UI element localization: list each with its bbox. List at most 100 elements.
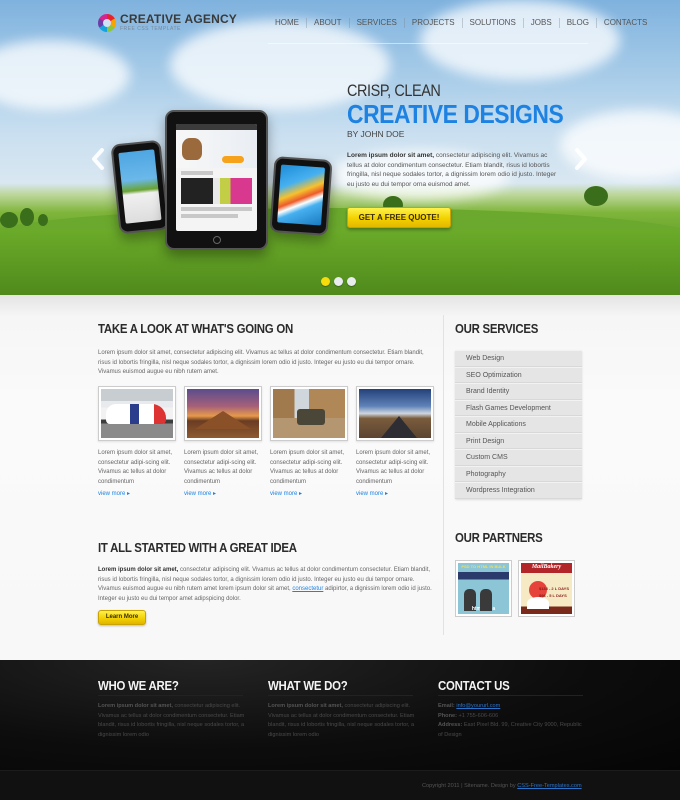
service-brand-identity[interactable]: Brand Identity xyxy=(455,383,582,400)
tree-decoration xyxy=(0,212,18,228)
partner-mailbakery[interactable]: MailBakery $138 - 2 L DAYS $98 - 5 L DAYS xyxy=(518,560,575,617)
credit-link[interactable]: CSS-Free-Templates.com xyxy=(517,783,581,789)
phone-label: Phone: xyxy=(438,712,457,719)
thumbnail-desert-sunset[interactable] xyxy=(184,386,262,441)
hero-kicker: CRISP, CLEAN xyxy=(347,81,441,100)
logo[interactable]: CREATIVE AGENCY FREE CSS TEMPLATE xyxy=(98,13,237,33)
section-title-partners: OUR PARTNERS xyxy=(455,530,543,545)
free-quote-button[interactable]: GET A FREE QUOTE! xyxy=(347,207,451,228)
footer-rule xyxy=(438,695,583,696)
caption-text: Lorem ipsum dolor sit amet, consectetur … xyxy=(184,450,259,485)
contact-address: Address: East Pixel Bld. 99, Creative Ci… xyxy=(438,721,586,740)
price-line: $138 - 2 L DAYS xyxy=(538,586,569,591)
caption-text: Lorem ipsum dolor sit amet, consectetur … xyxy=(98,450,173,485)
slider-pagination xyxy=(321,277,356,286)
nav-home[interactable]: HOME xyxy=(268,18,306,28)
tree-decoration xyxy=(38,214,48,226)
caption-item: Lorem ipsum dolor sit amet, consectetur … xyxy=(98,449,176,500)
tree-decoration xyxy=(20,208,34,226)
slide-dot-3[interactable] xyxy=(347,277,356,286)
consectetur-link[interactable]: consectetur xyxy=(292,586,323,592)
nav-solutions[interactable]: SOLUTIONS xyxy=(461,18,523,28)
site-footer: WHO WE ARE? Lorem ipsum dolor sit amet, … xyxy=(0,660,680,770)
mailbakery-banner: MailBakery $138 - 2 L DAYS $98 - 5 L DAYS xyxy=(521,563,572,614)
hero-byline: BY JOHN DOE xyxy=(347,129,405,139)
hero-text: Lorem ipsum dolor sit amet, consectetur … xyxy=(347,151,562,189)
copyright-label: Copyright 2011 | Sitename. Design by xyxy=(422,783,518,789)
nav-projects[interactable]: PROJECTS xyxy=(403,18,462,28)
service-photography[interactable]: Photography xyxy=(455,465,582,482)
footer-what-bold: Lorem ipsum dolor sit amet, xyxy=(268,703,343,709)
footer-who-text: Lorem ipsum dolor sit amet, consectetur … xyxy=(98,702,246,740)
view-more-link[interactable]: view more ▸ xyxy=(98,490,176,500)
phone-value: +1 755-606-606 xyxy=(458,712,499,719)
view-more-link[interactable]: view more ▸ xyxy=(270,490,348,500)
main-nav: HOME ABOUT SERVICES PROJECTS SOLUTIONS J… xyxy=(268,18,654,28)
price-line: $98 - 5 L DAYS xyxy=(538,593,567,598)
hero-slider: CREATIVE AGENCY FREE CSS TEMPLATE HOME A… xyxy=(0,0,680,295)
contact-email: Email: info@yoururl.com xyxy=(438,702,586,712)
thumbnail-canyon-suv[interactable] xyxy=(270,386,348,441)
partners-list: PSD TO HTML IN BULK htmlMafia MailBakery… xyxy=(455,560,575,617)
slider-prev-button[interactable] xyxy=(91,148,105,170)
service-custom-cms[interactable]: Custom CMS xyxy=(455,449,582,466)
service-print-design[interactable]: Print Design xyxy=(455,432,582,449)
partner-headline: MailBakery xyxy=(531,564,562,570)
section-title-whats-going-on: TAKE A LOOK AT WHAT'S GOING ON xyxy=(98,321,293,336)
caption-item: Lorem ipsum dolor sit amet, consectetur … xyxy=(356,449,434,500)
copyright-text: Copyright 2011 | Sitename. Design by CSS… xyxy=(422,783,582,789)
race-car-photo xyxy=(101,389,173,438)
footer-rule xyxy=(268,695,413,696)
thumbnail-desert-road[interactable] xyxy=(356,386,434,441)
hero-text-bold: Lorem ipsum dolor sit amet, xyxy=(347,152,435,159)
slider-next-button[interactable] xyxy=(574,148,588,170)
nav-about[interactable]: ABOUT xyxy=(306,18,349,28)
service-wordpress[interactable]: Wordpress Integration xyxy=(455,482,582,499)
tablet-mockup-right xyxy=(269,156,333,236)
service-mobile-apps[interactable]: Mobile Applications xyxy=(455,416,582,433)
desert-road-rainbow-photo xyxy=(359,389,431,438)
footer-who-bold: Lorem ipsum dolor sit amet, xyxy=(98,703,173,709)
caption-item: Lorem ipsum dolor sit amet, consectetur … xyxy=(184,449,262,500)
logo-title: CREATIVE AGENCY xyxy=(120,12,238,26)
services-list: Web Design SEO Optimization Brand Identi… xyxy=(455,350,582,499)
address-label: Address: xyxy=(438,722,463,728)
copyright-bar: Copyright 2011 | Sitename. Design by CSS… xyxy=(0,770,680,800)
footer-title-what: WHAT WE DO? xyxy=(268,678,348,693)
partner-htmlmafia[interactable]: PSD TO HTML IN BULK htmlMafia xyxy=(455,560,512,617)
thumbnail-race-car[interactable] xyxy=(98,386,176,441)
desert-sunset-photo xyxy=(187,389,259,438)
htmlmafia-banner: PSD TO HTML IN BULK htmlMafia xyxy=(458,563,509,614)
nav-contacts[interactable]: CONTACTS xyxy=(595,18,654,28)
footer-rule xyxy=(98,695,243,696)
nav-blog[interactable]: BLOG xyxy=(558,18,596,28)
email-link[interactable]: info@yoururl.com xyxy=(456,703,500,709)
partner-name: htmlMafia xyxy=(471,606,496,612)
learn-more-button[interactable]: Learn More xyxy=(98,610,146,625)
view-more-link[interactable]: view more ▸ xyxy=(356,490,434,500)
hero-copy: CRISP, CLEAN CREATIVE DESIGNS BY JOHN DO… xyxy=(347,81,564,189)
slide-dot-1[interactable] xyxy=(321,277,330,286)
service-seo-optimization[interactable]: SEO Optimization xyxy=(455,366,582,383)
service-web-design[interactable]: Web Design xyxy=(455,350,582,367)
service-flash-games[interactable]: Flash Games Development xyxy=(455,399,582,416)
slide-dot-2[interactable] xyxy=(334,277,343,286)
caption-text: Lorem ipsum dolor sit amet, consectetur … xyxy=(356,450,431,485)
chevron-right-icon xyxy=(575,148,587,170)
main-content: TAKE A LOOK AT WHAT'S GOING ON Lorem ips… xyxy=(0,295,680,660)
cloud-decoration xyxy=(0,40,130,110)
email-label: Email: xyxy=(438,703,455,709)
column-divider xyxy=(443,315,444,635)
tablet-mockup-main xyxy=(165,110,268,250)
great-idea-text-bold: Lorem ipsum dolor sit amet, xyxy=(98,567,179,573)
view-more-link[interactable]: view more ▸ xyxy=(184,490,262,500)
tablet-mockup-left xyxy=(110,139,170,235)
caption-item: Lorem ipsum dolor sit amet, consectetur … xyxy=(270,449,348,500)
section-title-great-idea: IT ALL STARTED WITH A GREAT IDEA xyxy=(98,540,297,555)
nav-services[interactable]: SERVICES xyxy=(348,18,404,28)
nav-divider xyxy=(268,43,588,44)
thumbnail-gallery xyxy=(98,386,434,441)
whats-going-on-text: Lorem ipsum dolor sit amet, consectetur … xyxy=(98,350,424,375)
partner-prices: $138 - 2 L DAYS $98 - 5 L DAYS xyxy=(539,585,569,599)
nav-jobs[interactable]: JOBS xyxy=(522,18,559,28)
